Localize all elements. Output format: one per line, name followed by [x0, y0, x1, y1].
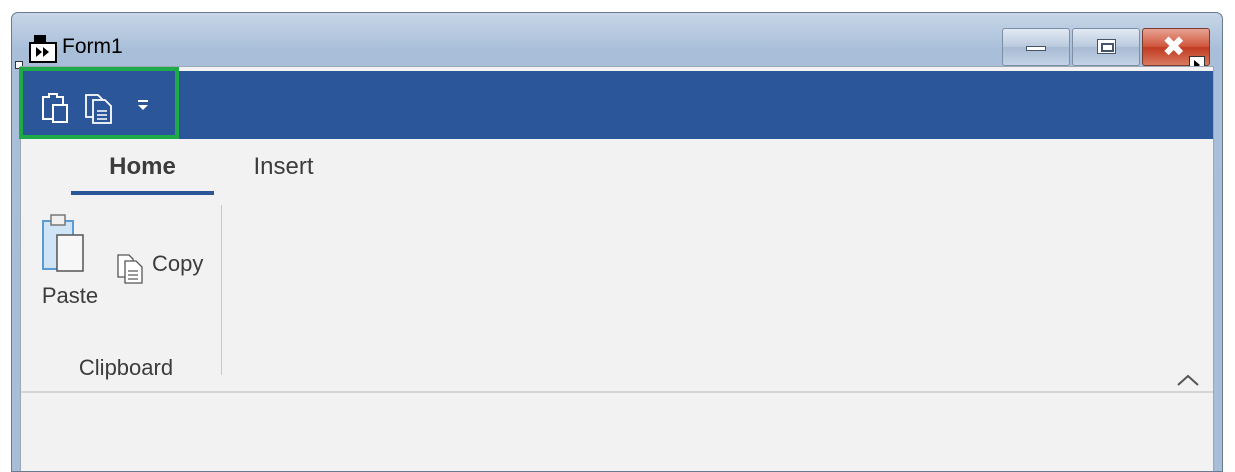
copy-small-icon [117, 254, 143, 284]
form-body [21, 393, 1213, 471]
form-designer-icon [28, 33, 60, 63]
ribbon-tabs: Home Insert [21, 139, 1213, 195]
close-icon: ✖ [1162, 30, 1186, 63]
group-label-clipboard: Clipboard [78, 355, 174, 380]
form1-window: Form1 ✖ Home Insert Paste Copy Clipboard [11, 12, 1223, 472]
paste-label: Paste [41, 283, 99, 308]
collapse-ribbon-button[interactable] [1175, 371, 1201, 389]
copy-label: Copy [152, 251, 204, 276]
maximize-icon [1097, 39, 1116, 54]
ribbon-panel-home: Paste Copy Clipboard [21, 195, 1213, 393]
copy-button[interactable]: Copy [116, 251, 216, 285]
ribbon-control: Home Insert Paste Copy Clipboard [19, 66, 1214, 471]
minimize-button[interactable] [1002, 28, 1070, 66]
maximize-button[interactable] [1072, 28, 1140, 66]
quick-access-toolbar [21, 71, 1213, 139]
paste-button[interactable]: Paste [36, 205, 104, 308]
group-separator [221, 205, 222, 375]
chevron-up-icon [1177, 374, 1199, 386]
tab-insert[interactable]: Insert [226, 139, 341, 195]
window-title: Form1 [62, 35, 123, 58]
tab-home[interactable]: Home [71, 139, 214, 195]
qat-highlight-box [19, 67, 179, 139]
minimize-icon [1026, 46, 1046, 51]
paste-large-icon [42, 214, 84, 272]
